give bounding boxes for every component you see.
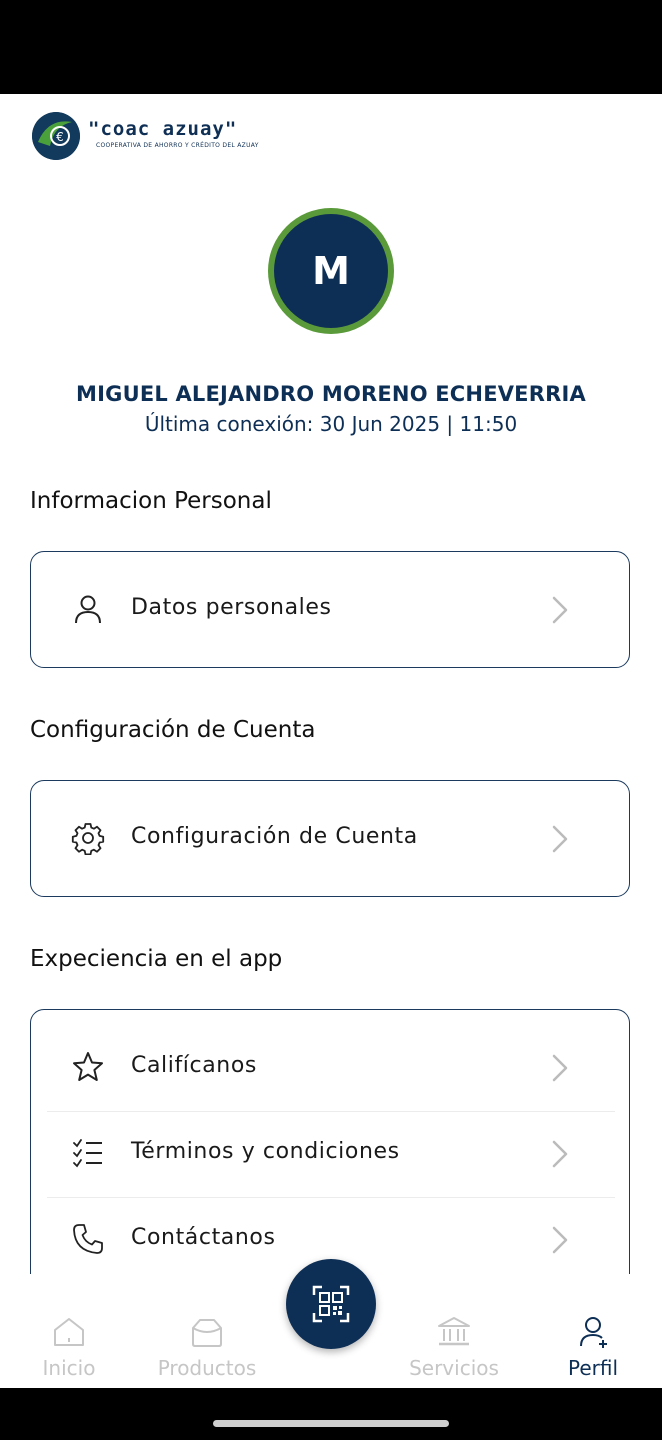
- menu-item-datos-personales[interactable]: Datos personales: [47, 567, 615, 653]
- svg-text:€: €: [56, 130, 64, 144]
- menu-item-calificanos[interactable]: Califícanos: [47, 1025, 615, 1111]
- menu-item-label: Términos y condiciones: [131, 1139, 400, 1164]
- checklist-icon: [73, 1139, 102, 1168]
- brand-logo: € "coac azuay" COOPERATIVA DE AHORRO Y C…: [32, 112, 258, 160]
- bag-icon: [192, 1319, 222, 1347]
- phone-icon: [73, 1224, 103, 1254]
- chevron-right-icon: [552, 825, 568, 853]
- menu-item-label: Califícanos: [131, 1053, 257, 1078]
- tab-label: Servicios: [409, 1356, 499, 1380]
- user-name: MIGUEL ALEJANDRO MORENO ECHEVERRIA: [76, 382, 586, 406]
- chevron-right-icon: [552, 1054, 568, 1082]
- logo-emblem: €: [32, 112, 80, 160]
- tab-label: Inicio: [42, 1356, 96, 1380]
- qr-scan-icon: [312, 1285, 350, 1323]
- star-icon: [73, 1052, 103, 1081]
- tab-inicio[interactable]: Inicio: [9, 1314, 129, 1380]
- menu-item-label: Datos personales: [131, 595, 332, 620]
- status-bar: [0, 0, 662, 94]
- section-title-personal: Informacion Personal: [30, 488, 272, 514]
- qr-scan-button[interactable]: [286, 1259, 376, 1349]
- section-title-experience: Expeciencia en el app: [30, 946, 283, 972]
- tab-label: Productos: [157, 1356, 257, 1380]
- chevron-right-icon: [552, 1140, 568, 1168]
- tab-productos[interactable]: Productos: [147, 1314, 267, 1380]
- last-connection: Última conexión: 30 Jun 2025 | 11:50: [144, 412, 518, 436]
- avatar: M: [268, 208, 394, 334]
- menu-item-label: Configuración de Cuenta: [131, 824, 418, 849]
- system-navigation-bar: [0, 1388, 662, 1440]
- logo-text: "coac azuay": [88, 118, 238, 140]
- tab-label: Perfil: [567, 1356, 619, 1380]
- card-account: Configuración de Cuenta: [30, 780, 630, 897]
- person-icon: [75, 595, 101, 624]
- bank-icon: [438, 1317, 470, 1346]
- user-add-icon: [580, 1317, 607, 1348]
- chevron-right-icon: [552, 596, 568, 624]
- home-gesture-handle[interactable]: [213, 1420, 449, 1427]
- menu-item-configuracion-cuenta[interactable]: Configuración de Cuenta: [47, 796, 615, 882]
- chevron-right-icon: [552, 1226, 568, 1254]
- tab-servicios[interactable]: Servicios: [394, 1314, 514, 1380]
- menu-item-label: Contáctanos: [131, 1225, 276, 1250]
- tab-perfil[interactable]: Perfil: [533, 1314, 653, 1380]
- menu-item-terminos[interactable]: Términos y condiciones: [47, 1111, 615, 1197]
- avatar-initial: M: [274, 214, 388, 328]
- home-icon: [54, 1318, 84, 1346]
- card-personal: Datos personales: [30, 551, 630, 668]
- logo-subtitle: COOPERATIVA DE AHORRO Y CRÉDITO DEL AZUA…: [96, 142, 259, 149]
- gear-icon: [71, 823, 105, 855]
- section-title-account: Configuración de Cuenta: [30, 717, 316, 743]
